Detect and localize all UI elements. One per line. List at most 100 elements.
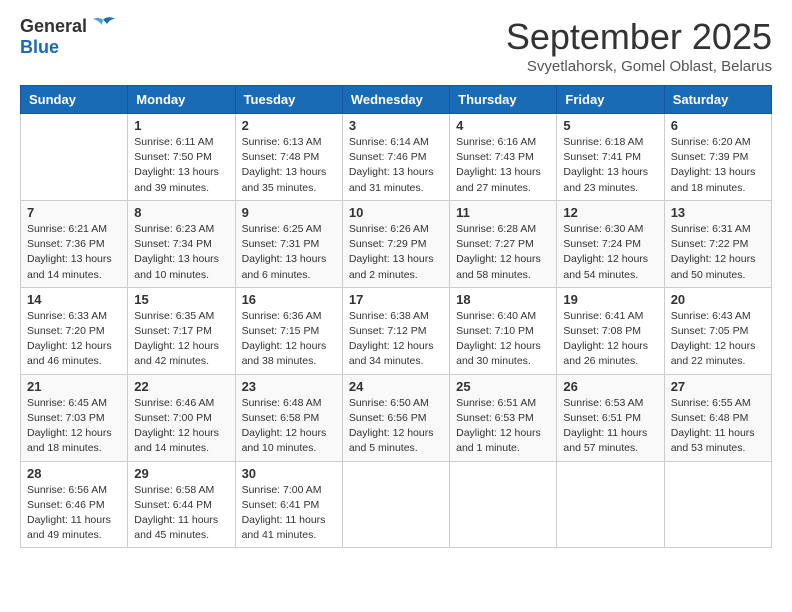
day-info: Sunrise: 6:26 AMSunset: 7:29 PMDaylight:… bbox=[349, 222, 443, 283]
day-number: 6 bbox=[671, 118, 765, 133]
day-number: 11 bbox=[456, 205, 550, 220]
week-row-3: 14 Sunrise: 6:33 AMSunset: 7:20 PMDayligh… bbox=[21, 287, 772, 374]
day-cell: 23 Sunrise: 6:48 AMSunset: 6:58 PMDayligh… bbox=[235, 374, 342, 461]
day-cell: 13 Sunrise: 6:31 AMSunset: 7:22 PMDayligh… bbox=[664, 200, 771, 287]
day-info: Sunrise: 6:36 AMSunset: 7:15 PMDaylight:… bbox=[242, 309, 336, 370]
weekday-header-monday: Monday bbox=[128, 86, 235, 114]
logo: General Blue bbox=[20, 16, 117, 58]
day-cell: 27 Sunrise: 6:55 AMSunset: 6:48 PMDayligh… bbox=[664, 374, 771, 461]
day-number: 3 bbox=[349, 118, 443, 133]
day-number: 9 bbox=[242, 205, 336, 220]
week-row-2: 7Sunrise: 6:21 AMSunset: 7:36 PMDaylight… bbox=[21, 200, 772, 287]
day-info: Sunrise: 6:41 AMSunset: 7:08 PMDaylight:… bbox=[563, 309, 657, 370]
day-info: Sunrise: 6:58 AMSunset: 6:44 PMDaylight:… bbox=[134, 483, 228, 544]
day-info: Sunrise: 6:25 AMSunset: 7:31 PMDaylight:… bbox=[242, 222, 336, 283]
day-number: 30 bbox=[242, 466, 336, 481]
day-cell: 29 Sunrise: 6:58 AMSunset: 6:44 PMDayligh… bbox=[128, 461, 235, 548]
day-number: 22 bbox=[134, 379, 228, 394]
day-cell: 12Sunrise: 6:30 AMSunset: 7:24 PMDayligh… bbox=[557, 200, 664, 287]
weekday-header-friday: Friday bbox=[557, 86, 664, 114]
day-info: Sunrise: 6:11 AMSunset: 7:50 PMDaylight:… bbox=[134, 135, 228, 196]
day-info: Sunrise: 6:18 AMSunset: 7:41 PMDaylight:… bbox=[563, 135, 657, 196]
week-row-1: 1 Sunrise: 6:11 AMSunset: 7:50 PMDaylight… bbox=[21, 114, 772, 201]
title-area: September 2025 Svyetlahorsk, Gomel Oblas… bbox=[506, 16, 772, 75]
day-cell bbox=[450, 461, 557, 548]
week-row-4: 21Sunrise: 6:45 AMSunset: 7:03 PMDayligh… bbox=[21, 374, 772, 461]
day-info: Sunrise: 6:48 AMSunset: 6:58 PMDaylight:… bbox=[242, 396, 336, 457]
day-number: 19 bbox=[563, 292, 657, 307]
day-info: Sunrise: 6:33 AMSunset: 7:20 PMDaylight:… bbox=[27, 309, 121, 370]
logo-blue: Blue bbox=[20, 38, 59, 58]
day-cell: 7Sunrise: 6:21 AMSunset: 7:36 PMDaylight… bbox=[21, 200, 128, 287]
day-cell bbox=[342, 461, 449, 548]
logo-bird-icon bbox=[89, 16, 117, 38]
day-cell bbox=[21, 114, 128, 201]
day-info: Sunrise: 6:43 AMSunset: 7:05 PMDaylight:… bbox=[671, 309, 765, 370]
calendar-table: SundayMondayTuesdayWednesdayThursdayFrid… bbox=[20, 85, 772, 548]
day-number: 13 bbox=[671, 205, 765, 220]
day-info: Sunrise: 6:31 AMSunset: 7:22 PMDaylight:… bbox=[671, 222, 765, 283]
day-number: 16 bbox=[242, 292, 336, 307]
day-number: 18 bbox=[456, 292, 550, 307]
day-info: Sunrise: 6:40 AMSunset: 7:10 PMDaylight:… bbox=[456, 309, 550, 370]
day-number: 23 bbox=[242, 379, 336, 394]
day-cell: 25 Sunrise: 6:51 AMSunset: 6:53 PMDayligh… bbox=[450, 374, 557, 461]
day-cell: 8 Sunrise: 6:23 AMSunset: 7:34 PMDaylight… bbox=[128, 200, 235, 287]
day-info: Sunrise: 6:28 AMSunset: 7:27 PMDaylight:… bbox=[456, 222, 550, 283]
week-row-5: 28 Sunrise: 6:56 AMSunset: 6:46 PMDayligh… bbox=[21, 461, 772, 548]
weekday-header-thursday: Thursday bbox=[450, 86, 557, 114]
day-info: Sunrise: 6:53 AMSunset: 6:51 PMDaylight:… bbox=[563, 396, 657, 457]
day-number: 1 bbox=[134, 118, 228, 133]
day-info: Sunrise: 6:14 AMSunset: 7:46 PMDaylight:… bbox=[349, 135, 443, 196]
day-cell: 16 Sunrise: 6:36 AMSunset: 7:15 PMDayligh… bbox=[235, 287, 342, 374]
day-number: 26 bbox=[563, 379, 657, 394]
day-number: 29 bbox=[134, 466, 228, 481]
day-cell: 1 Sunrise: 6:11 AMSunset: 7:50 PMDaylight… bbox=[128, 114, 235, 201]
day-info: Sunrise: 6:38 AMSunset: 7:12 PMDaylight:… bbox=[349, 309, 443, 370]
day-cell: 10 Sunrise: 6:26 AMSunset: 7:29 PMDayligh… bbox=[342, 200, 449, 287]
day-info: Sunrise: 6:13 AMSunset: 7:48 PMDaylight:… bbox=[242, 135, 336, 196]
day-info: Sunrise: 6:51 AMSunset: 6:53 PMDaylight:… bbox=[456, 396, 550, 457]
day-number: 24 bbox=[349, 379, 443, 394]
day-number: 8 bbox=[134, 205, 228, 220]
day-info: Sunrise: 6:56 AMSunset: 6:46 PMDaylight:… bbox=[27, 483, 121, 544]
day-cell: 5 Sunrise: 6:18 AMSunset: 7:41 PMDaylight… bbox=[557, 114, 664, 201]
day-info: Sunrise: 6:55 AMSunset: 6:48 PMDaylight:… bbox=[671, 396, 765, 457]
day-cell: 4 Sunrise: 6:16 AMSunset: 7:43 PMDaylight… bbox=[450, 114, 557, 201]
day-info: Sunrise: 6:35 AMSunset: 7:17 PMDaylight:… bbox=[134, 309, 228, 370]
day-number: 17 bbox=[349, 292, 443, 307]
day-number: 14 bbox=[27, 292, 121, 307]
day-cell: 30 Sunrise: 7:00 AMSunset: 6:41 PMDayligh… bbox=[235, 461, 342, 548]
day-info: Sunrise: 6:21 AMSunset: 7:36 PMDaylight:… bbox=[27, 222, 121, 283]
day-number: 20 bbox=[671, 292, 765, 307]
day-info: Sunrise: 6:50 AMSunset: 6:56 PMDaylight:… bbox=[349, 396, 443, 457]
day-cell: 26 Sunrise: 6:53 AMSunset: 6:51 PMDayligh… bbox=[557, 374, 664, 461]
day-number: 27 bbox=[671, 379, 765, 394]
day-cell: 6 Sunrise: 6:20 AMSunset: 7:39 PMDaylight… bbox=[664, 114, 771, 201]
day-number: 5 bbox=[563, 118, 657, 133]
day-cell: 11 Sunrise: 6:28 AMSunset: 7:27 PMDayligh… bbox=[450, 200, 557, 287]
day-cell: 24 Sunrise: 6:50 AMSunset: 6:56 PMDayligh… bbox=[342, 374, 449, 461]
day-cell: 28 Sunrise: 6:56 AMSunset: 6:46 PMDayligh… bbox=[21, 461, 128, 548]
weekday-header-tuesday: Tuesday bbox=[235, 86, 342, 114]
day-info: Sunrise: 7:00 AMSunset: 6:41 PMDaylight:… bbox=[242, 483, 336, 544]
day-number: 28 bbox=[27, 466, 121, 481]
weekday-header-wednesday: Wednesday bbox=[342, 86, 449, 114]
day-info: Sunrise: 6:20 AMSunset: 7:39 PMDaylight:… bbox=[671, 135, 765, 196]
day-info: Sunrise: 6:46 AMSunset: 7:00 PMDaylight:… bbox=[134, 396, 228, 457]
day-number: 10 bbox=[349, 205, 443, 220]
weekday-header-row: SundayMondayTuesdayWednesdayThursdayFrid… bbox=[21, 86, 772, 114]
day-cell bbox=[557, 461, 664, 548]
day-info: Sunrise: 6:23 AMSunset: 7:34 PMDaylight:… bbox=[134, 222, 228, 283]
day-number: 25 bbox=[456, 379, 550, 394]
day-number: 2 bbox=[242, 118, 336, 133]
weekday-header-sunday: Sunday bbox=[21, 86, 128, 114]
day-cell: 17 Sunrise: 6:38 AMSunset: 7:12 PMDayligh… bbox=[342, 287, 449, 374]
day-cell: 15Sunrise: 6:35 AMSunset: 7:17 PMDayligh… bbox=[128, 287, 235, 374]
day-info: Sunrise: 6:16 AMSunset: 7:43 PMDaylight:… bbox=[456, 135, 550, 196]
day-cell: 21Sunrise: 6:45 AMSunset: 7:03 PMDayligh… bbox=[21, 374, 128, 461]
day-number: 4 bbox=[456, 118, 550, 133]
day-cell: 20 Sunrise: 6:43 AMSunset: 7:05 PMDayligh… bbox=[664, 287, 771, 374]
weekday-header-saturday: Saturday bbox=[664, 86, 771, 114]
day-info: Sunrise: 6:30 AMSunset: 7:24 PMDaylight:… bbox=[563, 222, 657, 283]
